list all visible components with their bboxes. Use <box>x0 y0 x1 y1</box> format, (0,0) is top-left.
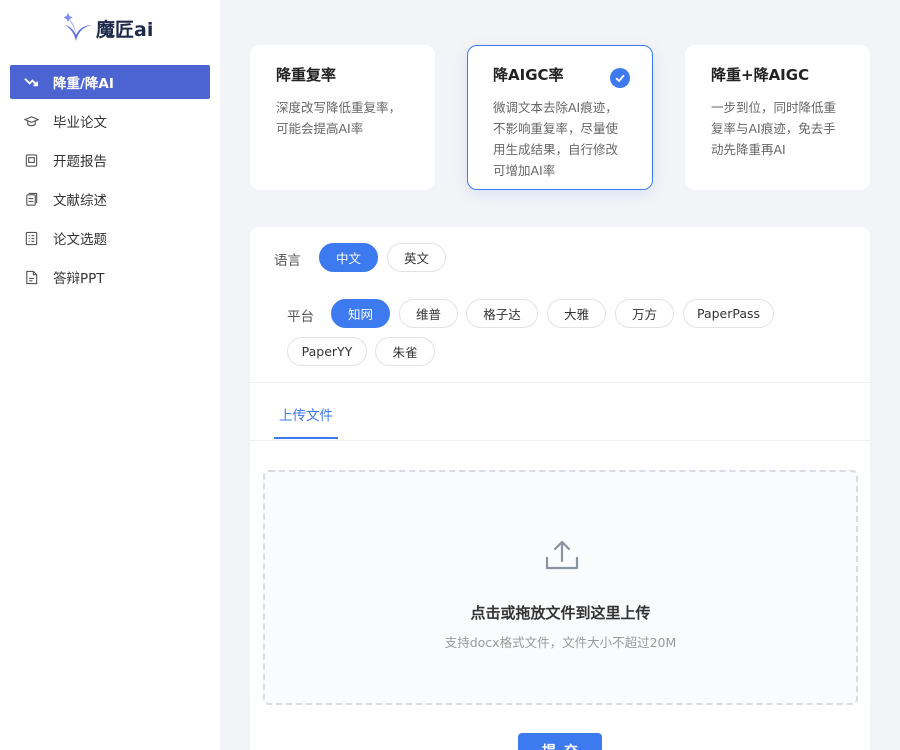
platform-option[interactable]: PaperPass <box>683 299 774 328</box>
sidebar-item-proposal[interactable]: 开题报告 <box>10 143 210 177</box>
sidebar-item-ppt[interactable]: 答辩PPT <box>10 260 210 294</box>
platform-label: 平台 <box>287 309 314 325</box>
platform-option[interactable]: 万方 <box>615 299 674 328</box>
platform-option[interactable]: PaperYY <box>287 337 367 366</box>
graduation-cap-icon <box>23 113 39 129</box>
file-dropzone[interactable]: 点击或拖放文件到这里上传 支持docx格式文件，文件大小不超过20M <box>263 470 858 705</box>
mode-desc: 一步到位，同时降低重复率与AI痕迹，免去手动先降重再AI <box>711 100 837 157</box>
tab-upload-file[interactable]: 上传文件 <box>274 390 338 439</box>
mode-card-rewrite[interactable]: 降重复率 深度改写降低重复率，可能会提高AI率 <box>250 45 435 190</box>
documents-icon <box>23 191 39 207</box>
check-icon <box>610 68 630 88</box>
platform-option[interactable]: 朱雀 <box>375 337 435 366</box>
list-doc-icon <box>23 230 39 246</box>
divider <box>250 440 870 441</box>
mode-desc: 微调文本去除AI痕迹，不影响重复率，尽量使用生成结果，自行修改可增加AI率 <box>493 100 619 178</box>
language-option-zh[interactable]: 中文 <box>319 243 378 272</box>
sidebar-item-label: 答辩PPT <box>53 271 105 287</box>
dropzone-title: 点击或拖放文件到这里上传 <box>470 604 651 622</box>
dropzone-hint: 支持docx格式文件，文件大小不超过20M <box>444 635 677 650</box>
sidebar-nav: 降重/降AI 毕业论文 开题报告 文献综述 论文选题 答辩PPT <box>10 65 210 299</box>
mode-title: 降重复率 <box>276 66 337 84</box>
platform-option[interactable]: 格子达 <box>466 299 538 328</box>
sidebar-item-thesis[interactable]: 毕业论文 <box>10 104 210 138</box>
sidebar-item-label: 论文选题 <box>53 232 107 248</box>
upload-icon <box>545 540 579 570</box>
logo-text: 魔匠ai <box>96 18 154 41</box>
platform-option[interactable]: 大雅 <box>547 299 606 328</box>
submit-button[interactable]: 提交 <box>518 733 602 750</box>
sidebar-item-label: 文献综述 <box>53 193 107 209</box>
sidebar-item-label: 毕业论文 <box>53 115 107 131</box>
platform-option[interactable]: 知网 <box>331 299 390 328</box>
mode-desc: 深度改写降低重复率，可能会提高AI率 <box>276 100 402 136</box>
mode-card-aigc[interactable]: 降AIGC率 微调文本去除AI痕迹，不影响重复率，尽量使用生成结果，自行修改可增… <box>467 45 653 190</box>
sidebar: 魔匠ai 降重/降AI 毕业论文 开题报告 文献综述 论文选题 答辩PPT <box>0 0 220 750</box>
trend-down-icon <box>23 74 39 90</box>
report-icon <box>23 152 39 168</box>
sidebar-item-topic[interactable]: 论文选题 <box>10 221 210 255</box>
sidebar-item-label: 降重/降AI <box>53 76 114 92</box>
language-option-en[interactable]: 英文 <box>387 243 446 272</box>
upload-panel: 语言 中文 英文 平台 知网 维普 格子达 大雅 万方 PaperPass Pa… <box>250 227 870 750</box>
language-label: 语言 <box>274 253 301 269</box>
logo[interactable]: 魔匠ai <box>62 10 153 46</box>
mode-title: 降AIGC率 <box>493 66 564 84</box>
divider <box>250 382 870 383</box>
mode-title: 降重+降AIGC <box>711 66 810 84</box>
bird-logo-icon <box>63 13 92 41</box>
sidebar-item-label: 开题报告 <box>53 154 107 170</box>
sidebar-item-rewrite[interactable]: 降重/降AI <box>10 65 210 99</box>
sidebar-item-literature[interactable]: 文献综述 <box>10 182 210 216</box>
file-icon <box>23 269 39 285</box>
platform-option[interactable]: 维普 <box>399 299 458 328</box>
mode-card-combined[interactable]: 降重+降AIGC 一步到位，同时降低重复率与AI痕迹，免去手动先降重再AI <box>685 45 870 190</box>
